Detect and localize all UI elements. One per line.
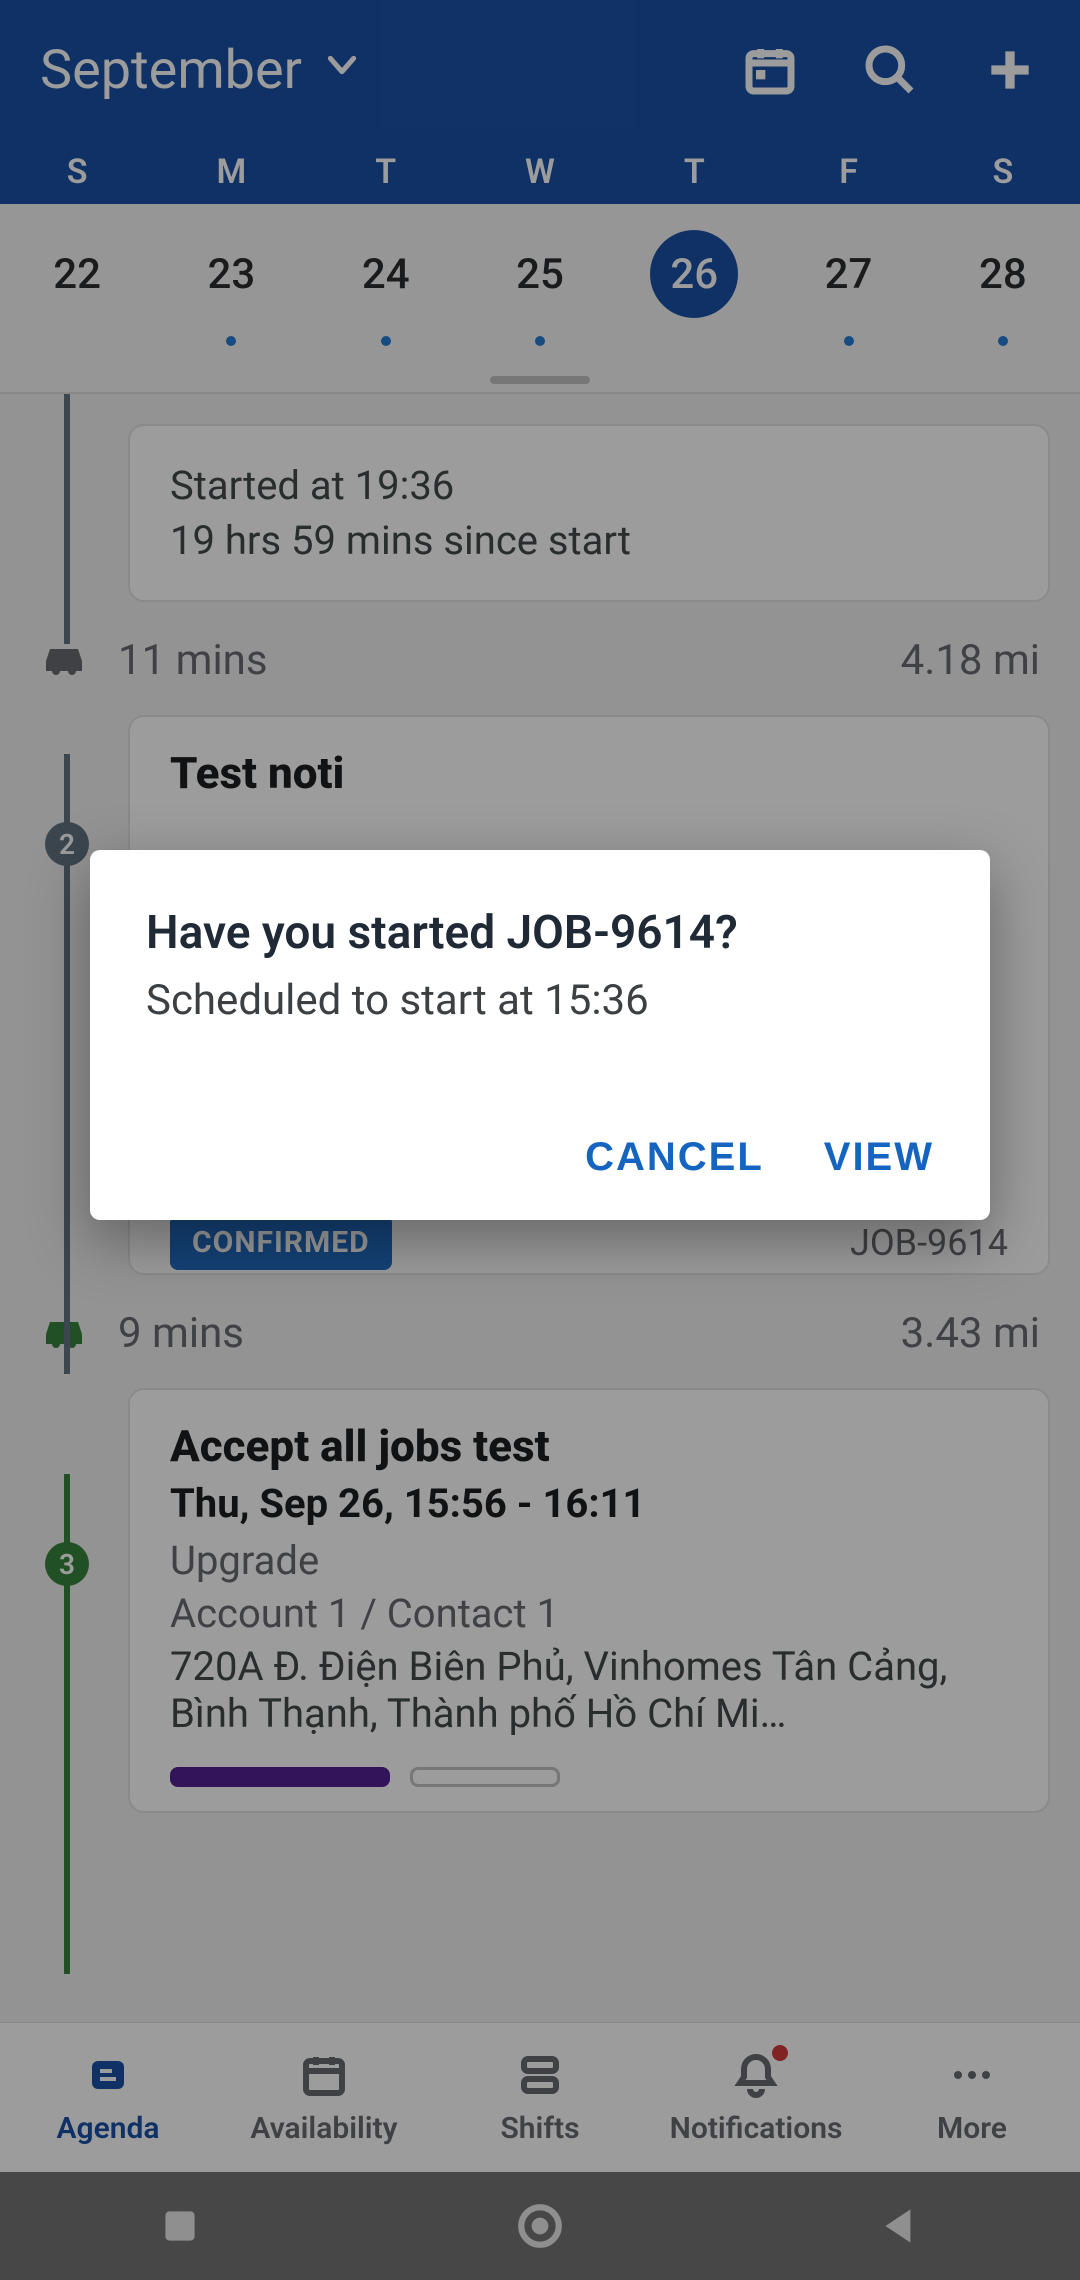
- dialog-title: Have you started JOB-9614?: [146, 906, 934, 960]
- start-job-dialog: Have you started JOB-9614? Scheduled to …: [90, 850, 990, 1220]
- cancel-button[interactable]: CANCEL: [585, 1135, 764, 1180]
- dialog-message: Scheduled to start at 15:36: [146, 976, 934, 1025]
- screen: September S M T W T F S: [0, 0, 1080, 2280]
- view-button[interactable]: VIEW: [824, 1135, 934, 1180]
